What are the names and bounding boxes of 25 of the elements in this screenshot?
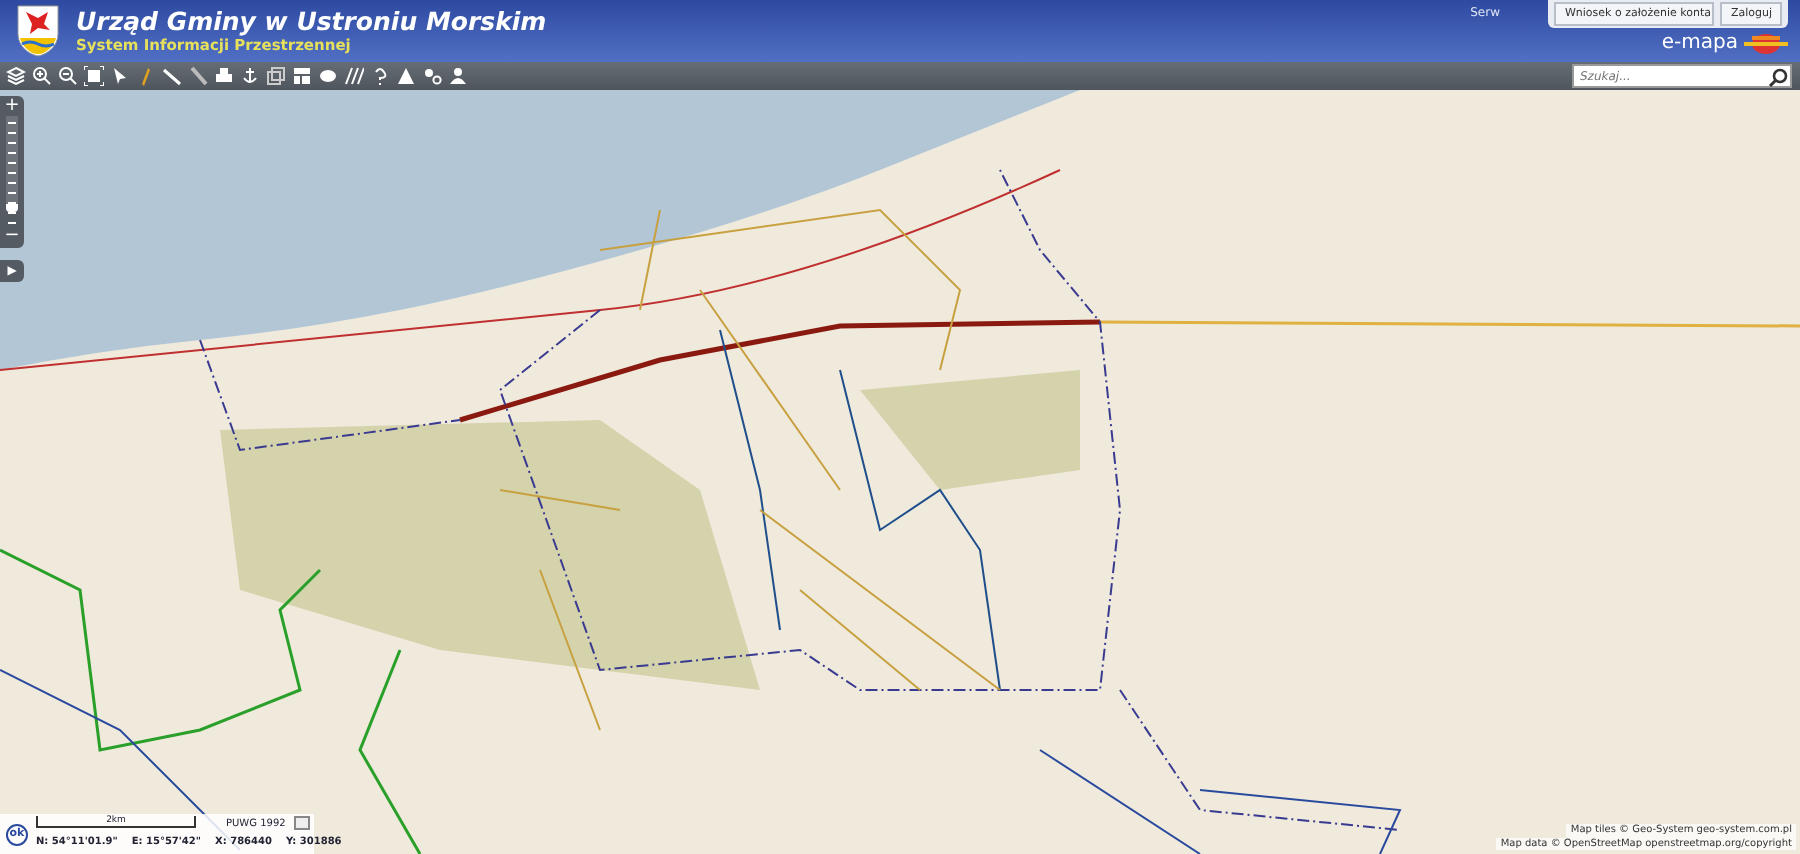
- ruler-icon[interactable]: [162, 66, 182, 86]
- zoom-out-icon[interactable]: [58, 66, 78, 86]
- zoom-out-button[interactable]: −: [4, 228, 20, 246]
- zoom-in-icon[interactable]: [32, 66, 52, 86]
- pencil-icon[interactable]: [136, 66, 156, 86]
- app-title: Urząd Gminy w Ustroniu Morskim: [76, 8, 547, 36]
- search-icon[interactable]: [1768, 68, 1788, 88]
- coat-of-arms-icon: [16, 4, 60, 58]
- print-icon[interactable]: [214, 66, 234, 86]
- mountain-icon[interactable]: [396, 66, 416, 86]
- brand-name: e-mapa: [1661, 30, 1738, 58]
- pointer-icon[interactable]: [110, 66, 130, 86]
- anchor-icon[interactable]: [240, 66, 260, 86]
- help-icon[interactable]: [370, 66, 390, 86]
- layout-icon[interactable]: [292, 66, 312, 86]
- copy-icon[interactable]: [266, 66, 286, 86]
- zoom-in-button[interactable]: +: [4, 98, 20, 116]
- layers-icon[interactable]: [6, 66, 26, 86]
- hatch-icon[interactable]: [344, 66, 364, 86]
- coordinate-system-dropdown[interactable]: [294, 816, 310, 830]
- settings-icon[interactable]: [422, 66, 442, 86]
- brand-logo-icon: [1744, 33, 1788, 53]
- zoom-level-fill[interactable]: [6, 116, 18, 212]
- users-icon[interactable]: [448, 66, 468, 86]
- full-extent-icon[interactable]: [84, 66, 104, 86]
